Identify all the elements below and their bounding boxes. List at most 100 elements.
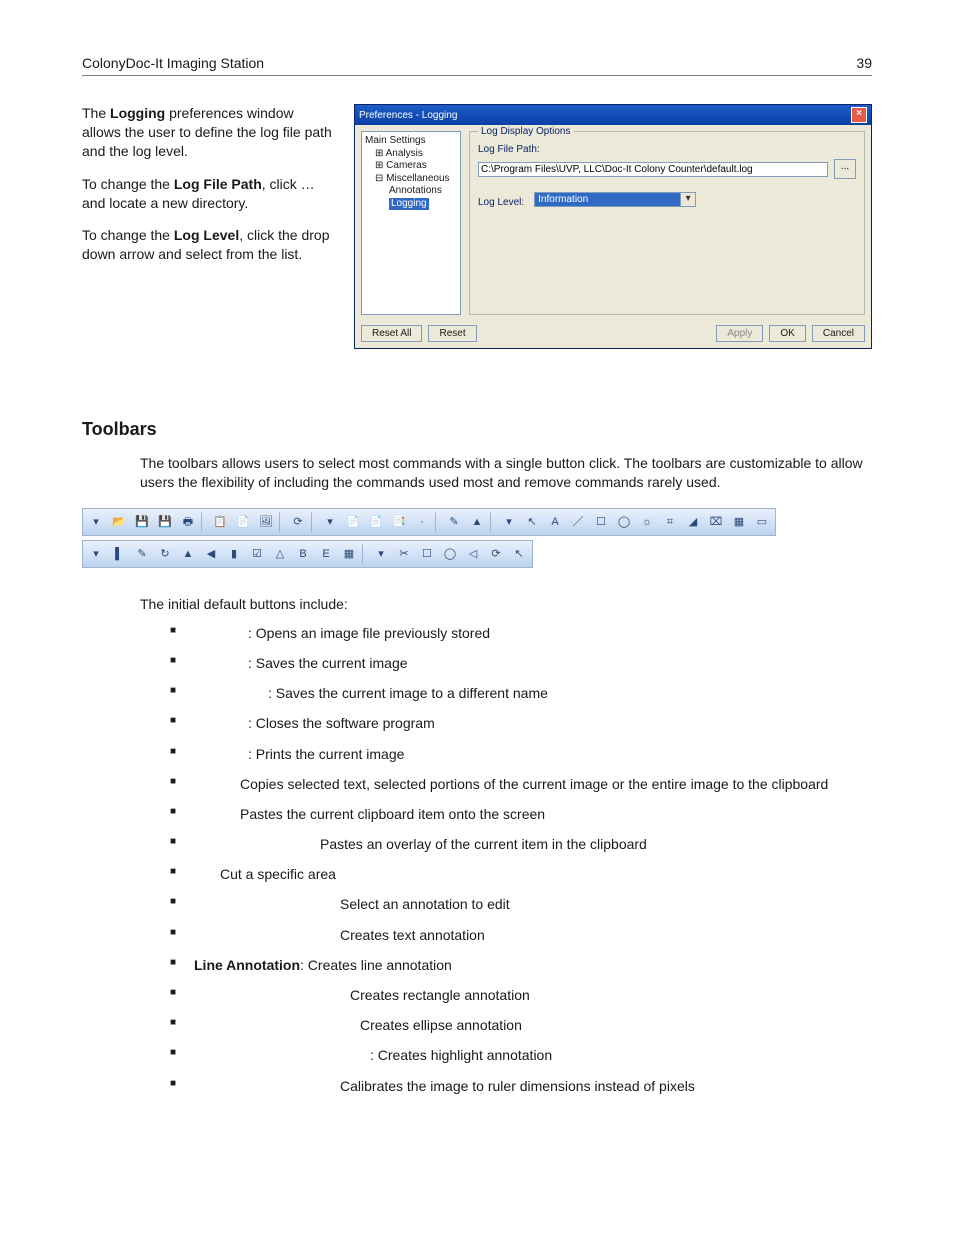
toolbar-icon[interactable]: ☐ bbox=[591, 512, 611, 532]
log-options: Log Display Options Log File Path: ... L… bbox=[469, 131, 865, 315]
toolbar-icon[interactable]: 📄 bbox=[366, 512, 386, 532]
toolbar-icon[interactable] bbox=[279, 512, 285, 532]
toolbar-icon[interactable]: 📂 bbox=[109, 512, 129, 532]
toolbar-icon[interactable]: ✎ bbox=[132, 544, 152, 564]
tree-root[interactable]: Main Settings bbox=[365, 135, 457, 148]
running-header: ColonyDoc-It Imaging Station 39 bbox=[82, 40, 872, 75]
toolbar-icon[interactable]: 💾 bbox=[155, 512, 175, 532]
toolbar-icon[interactable]: ▲ bbox=[467, 512, 487, 532]
toolbar-icon[interactable]: ▦ bbox=[339, 544, 359, 564]
title-left: ColonyDoc-It Imaging Station bbox=[82, 55, 264, 71]
close-icon[interactable]: × bbox=[851, 107, 867, 123]
toolbar-icon[interactable]: ▾ bbox=[86, 512, 106, 532]
toolbar-icon[interactable]: ◯ bbox=[614, 512, 634, 532]
toolbar-icon[interactable] bbox=[435, 512, 441, 532]
toolbar-icon[interactable]: ▾ bbox=[86, 544, 106, 564]
toolbar-icon[interactable]: ☑ bbox=[247, 544, 267, 564]
toolbars-paragraph: The toolbars allows users to select most… bbox=[140, 454, 872, 492]
toolbar-icon[interactable]: ▾ bbox=[371, 544, 391, 564]
toolbar-icon[interactable]: 📑 bbox=[389, 512, 409, 532]
lfp-input[interactable] bbox=[478, 162, 828, 177]
toolbar-icon[interactable]: 🖼 bbox=[256, 512, 276, 532]
toolbar-icon[interactable]: ▾ bbox=[320, 512, 340, 532]
tree-logging[interactable]: Logging bbox=[389, 198, 429, 211]
toolbar-icon[interactable]: ⌧ bbox=[706, 512, 726, 532]
toolbar-icon[interactable]: ✂ bbox=[394, 544, 414, 564]
list-item: Calibrates the image to ruler dimensions… bbox=[170, 1077, 872, 1095]
toolbar-icon[interactable]: ▲ bbox=[178, 544, 198, 564]
toolbar-icon[interactable]: A bbox=[545, 512, 565, 532]
toolbar-icon[interactable] bbox=[201, 512, 207, 532]
chevron-down-icon[interactable]: ▾ bbox=[680, 193, 695, 206]
reset-all-button[interactable]: Reset All bbox=[361, 325, 422, 342]
toolbar-icon[interactable]: ⌗ bbox=[660, 512, 680, 532]
list-item: : Opens an image file previously stored bbox=[170, 624, 872, 642]
list-item: Pastes an overlay of the current item in… bbox=[170, 835, 872, 853]
initial-label: The initial default buttons include: bbox=[140, 596, 872, 612]
list-item: Creates rectangle annotation bbox=[170, 986, 872, 1004]
ll-select[interactable]: Information ▾ bbox=[534, 192, 696, 207]
toolbar-icon[interactable]: ↻ bbox=[155, 544, 175, 564]
toolbar-icon[interactable]: 🖶 bbox=[178, 512, 198, 532]
ok-button[interactable]: OK bbox=[769, 325, 805, 342]
toolbar-icon[interactable]: E bbox=[316, 544, 336, 564]
toolbar-icon[interactable]: ▌ bbox=[109, 544, 129, 564]
toolbar-icon[interactable]: ☐ bbox=[417, 544, 437, 564]
list-item: Line Annotation: Creates line annotation bbox=[170, 956, 872, 974]
toolbar-icon[interactable]: B bbox=[293, 544, 313, 564]
toolbar-row-2: ▾▌✎↻▲◀▮☑△BE▦▾✂☐◯◁⟳↖ bbox=[82, 540, 533, 568]
toolbar-icon[interactable]: ／ bbox=[568, 512, 588, 532]
toolbar-icon[interactable]: ↖ bbox=[509, 544, 529, 564]
list-item: : Closes the software program bbox=[170, 714, 872, 732]
list-item: : Creates highlight annotation bbox=[170, 1046, 872, 1064]
cancel-button[interactable]: Cancel bbox=[812, 325, 865, 342]
tree-analysis[interactable]: Analysis bbox=[386, 148, 423, 159]
window-title: Preferences - Logging bbox=[359, 110, 457, 121]
list-item: : Saves the current image to a different… bbox=[170, 684, 872, 702]
toolbar-row-1: ▾📂💾💾🖶📋📄🖼⟳▾📄📄📑·✎▲▾↖A／☐◯☼⌗◢⌧▦▭ bbox=[82, 508, 776, 536]
toolbar-icon[interactable]: ⟳ bbox=[288, 512, 308, 532]
toolbar-icon[interactable]: △ bbox=[270, 544, 290, 564]
toolbar-icon[interactable]: ▦ bbox=[729, 512, 749, 532]
toolbar-icon[interactable]: 📄 bbox=[343, 512, 363, 532]
lfp-label: Log File Path: bbox=[478, 144, 856, 155]
reset-button[interactable]: Reset bbox=[428, 325, 476, 342]
toolbar-icon[interactable] bbox=[311, 512, 317, 532]
list-item: Cut a specific area bbox=[170, 865, 872, 883]
toolbar-icon[interactable]: ◁ bbox=[463, 544, 483, 564]
list-item: Creates ellipse annotation bbox=[170, 1016, 872, 1034]
browse-button[interactable]: ... bbox=[834, 159, 856, 179]
toolbar-icon[interactable]: ▭ bbox=[752, 512, 772, 532]
apply-button[interactable]: Apply bbox=[716, 325, 763, 342]
toolbar-icon[interactable] bbox=[362, 544, 368, 564]
titlebar[interactable]: Preferences - Logging × bbox=[355, 105, 871, 125]
toolbar-icon[interactable]: ✎ bbox=[444, 512, 464, 532]
toolbar-icon[interactable]: ◀ bbox=[201, 544, 221, 564]
toolbar-icon[interactable]: ◯ bbox=[440, 544, 460, 564]
page-number: 39 bbox=[856, 55, 872, 71]
section-heading: Toolbars bbox=[82, 419, 872, 440]
group-label: Log Display Options bbox=[478, 126, 574, 137]
toolbar-icon[interactable]: 📋 bbox=[210, 512, 230, 532]
list-item: Pastes the current clipboard item onto t… bbox=[170, 805, 872, 823]
toolbar-icon[interactable]: 💾 bbox=[132, 512, 152, 532]
toolbar-icon[interactable]: ↖ bbox=[522, 512, 542, 532]
toolbar-icon[interactable]: ◢ bbox=[683, 512, 703, 532]
logging-text: The Logging preferences window allows th… bbox=[82, 104, 332, 349]
toolbar-icon[interactable] bbox=[490, 512, 496, 532]
tree-annotations[interactable]: Annotations bbox=[365, 185, 457, 198]
preferences-window: Preferences - Logging × Main Settings ⊞ … bbox=[354, 104, 872, 349]
toolbar-icon[interactable]: ▮ bbox=[224, 544, 244, 564]
tree-cameras[interactable]: Cameras bbox=[386, 160, 427, 171]
ll-value: Information bbox=[535, 193, 680, 206]
bullet-list: : Opens an image file previously stored … bbox=[170, 624, 872, 1095]
toolbar-icon[interactable]: · bbox=[412, 512, 432, 532]
tree-misc[interactable]: Miscellaneous bbox=[386, 173, 449, 184]
toolbar-icon[interactable]: ☼ bbox=[637, 512, 657, 532]
toolbar-icon[interactable]: ▾ bbox=[499, 512, 519, 532]
rule bbox=[82, 75, 872, 76]
toolbar-icon[interactable]: ⟳ bbox=[486, 544, 506, 564]
toolbar-icon[interactable]: 📄 bbox=[233, 512, 253, 532]
settings-tree[interactable]: Main Settings ⊞ Analysis ⊞ Cameras ⊟ Mis… bbox=[361, 131, 461, 315]
list-item: Copies selected text, selected portions … bbox=[170, 775, 872, 793]
